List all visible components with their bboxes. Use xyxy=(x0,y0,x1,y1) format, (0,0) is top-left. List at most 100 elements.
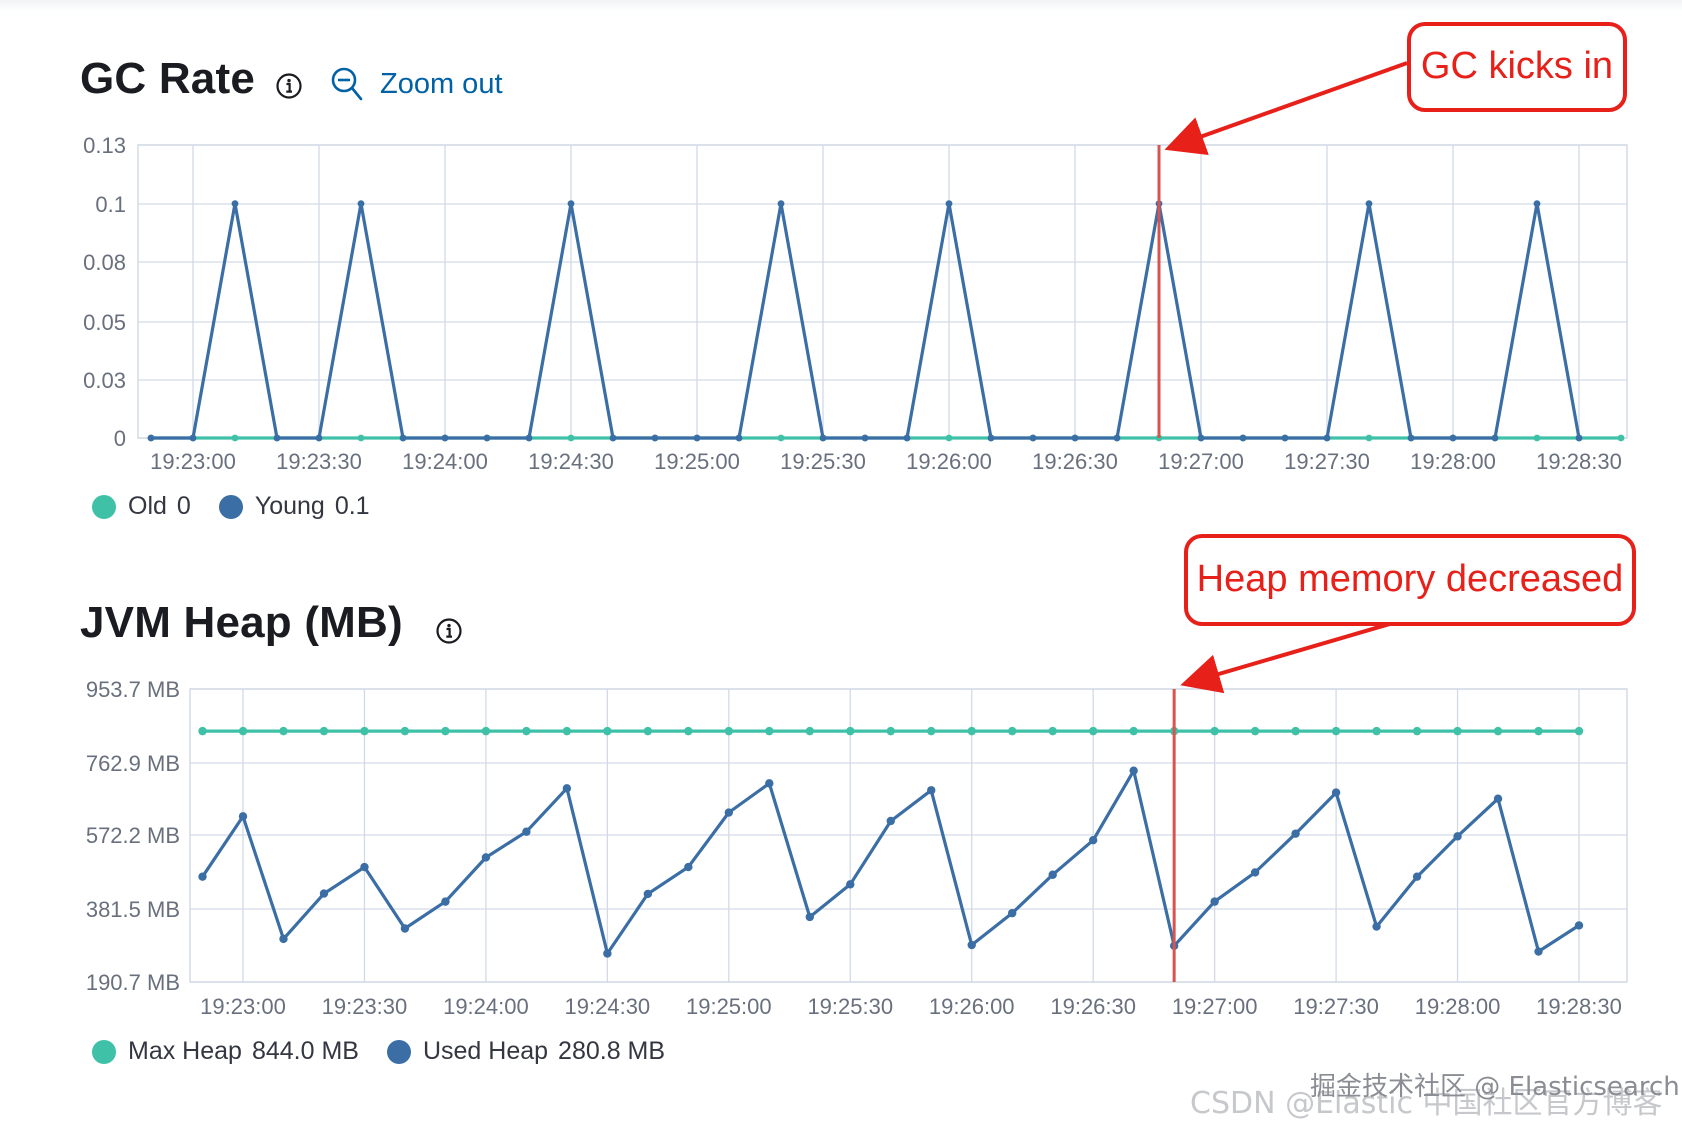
series-point-young xyxy=(525,434,533,442)
series-point-used-heap xyxy=(927,786,936,795)
series-point-used-heap xyxy=(441,897,450,906)
series-point-young xyxy=(651,434,659,442)
y-tick-label: 381.5 MB xyxy=(86,897,180,922)
series-point-max-heap xyxy=(1331,726,1341,736)
y-tick-label: 190.7 MB xyxy=(86,970,180,995)
series-point-max-heap xyxy=(1129,726,1138,736)
x-tick-label: 19:26:30 xyxy=(1050,994,1136,1019)
series-point-max-heap xyxy=(805,726,814,736)
series-point-young xyxy=(1197,434,1205,442)
series-point-old xyxy=(1365,434,1373,442)
y-tick-label: 0.08 xyxy=(83,250,126,275)
legend-dot-max-heap xyxy=(92,1039,116,1064)
series-point-max-heap xyxy=(562,726,572,736)
series-point-young xyxy=(609,434,617,442)
series-point-young xyxy=(315,434,323,442)
series-point-max-heap xyxy=(1412,726,1422,736)
series-point-max-heap xyxy=(1210,726,1219,736)
x-tick-label: 19:24:30 xyxy=(528,449,614,474)
series-point-max-heap xyxy=(603,726,612,736)
x-tick-label: 19:23:30 xyxy=(276,449,362,474)
gc-legend: Old 0 Young 0.1 xyxy=(92,492,398,521)
y-tick-label: 0.03 xyxy=(83,368,126,393)
y-tick-label: 953.7 MB xyxy=(86,677,180,702)
series-point-young xyxy=(777,200,785,208)
series-point-young xyxy=(819,434,827,442)
series-point-young xyxy=(147,434,155,442)
series-point-used-heap xyxy=(400,924,410,933)
series-point-young xyxy=(399,434,407,442)
series-point-used-heap xyxy=(1534,947,1543,956)
legend-value: 0.1 xyxy=(334,492,370,520)
series-point-max-heap xyxy=(1048,726,1057,736)
series-point-max-heap xyxy=(279,726,288,736)
series-point-max-heap xyxy=(724,726,734,736)
x-tick-label: 19:25:00 xyxy=(654,449,740,474)
series-point-used-heap xyxy=(1210,897,1219,906)
y-tick-label: 0.13 xyxy=(83,133,126,158)
series-point-used-heap xyxy=(319,889,329,898)
series-point-old xyxy=(567,434,575,442)
series-point-used-heap xyxy=(1453,832,1462,841)
series-point-young xyxy=(1365,200,1373,208)
x-tick-label: 19:25:30 xyxy=(780,449,866,474)
gc-rate-chart: 0 0.03 0.05 0.08 0.1 0.13 19:23:00 19:23:30 19:2… xyxy=(83,133,1628,474)
legend-item-young[interactable]: Young 0.1 xyxy=(218,492,370,521)
series-point-used-heap xyxy=(967,940,976,950)
x-tick-label: 19:27:30 xyxy=(1293,994,1379,1019)
series-point-used-heap xyxy=(1493,794,1503,803)
series-point-used-heap xyxy=(198,872,207,881)
series-point-used-heap xyxy=(279,934,288,944)
x-tick-label: 19:26:30 xyxy=(1032,449,1118,474)
series-point-used-heap xyxy=(562,784,572,793)
series-point-max-heap xyxy=(522,726,531,736)
series-point-max-heap xyxy=(1372,726,1381,736)
x-tick-label: 19:26:00 xyxy=(929,994,1015,1019)
series-point-used-heap xyxy=(1088,835,1098,845)
legend-value: 844.0 MB xyxy=(251,1037,359,1065)
series-point-old xyxy=(357,434,365,442)
series-point-max-heap xyxy=(441,726,450,736)
x-tick-label: 19:23:00 xyxy=(150,449,236,474)
x-tick-label: 19:28:30 xyxy=(1536,449,1622,474)
series-point-used-heap xyxy=(238,812,248,821)
gc-kicks-in-callout: GC kicks in xyxy=(1407,22,1627,112)
series-point-used-heap xyxy=(724,808,734,817)
series-point-max-heap xyxy=(1534,726,1543,736)
series-point-young xyxy=(1071,434,1079,442)
series-point-max-heap xyxy=(238,726,248,736)
series-point-young xyxy=(483,434,491,442)
series-point-used-heap xyxy=(603,949,612,958)
series-point-young xyxy=(189,434,197,442)
legend-item-max-heap[interactable]: Max Heap 844.0 MB xyxy=(92,1037,359,1066)
series-point-young xyxy=(1533,200,1541,208)
series-point-max-heap xyxy=(1250,726,1260,736)
series-point-young xyxy=(273,434,281,442)
x-tick-label: 19:24:00 xyxy=(402,449,488,474)
series-point-max-heap xyxy=(1088,726,1098,736)
series-point-used-heap xyxy=(1250,868,1260,877)
series-point-old xyxy=(945,434,953,442)
series-point-used-heap xyxy=(886,816,895,826)
series-point-young xyxy=(945,200,953,208)
x-tick-label: 19:28:30 xyxy=(1536,994,1622,1019)
jvm-heap-chart: 190.7 MB 381.5 MB 572.2 MB 762.9 MB 953.7 MB… xyxy=(86,677,1628,1019)
legend-item-used-heap[interactable]: Used Heap 280.8 MB xyxy=(386,1037,665,1066)
series-point-used-heap xyxy=(846,880,855,889)
series-point-young xyxy=(693,434,701,442)
series-point-max-heap xyxy=(846,726,855,736)
x-tick-label: 19:27:00 xyxy=(1172,994,1258,1019)
series-point-old xyxy=(777,434,785,442)
series-point-young xyxy=(1449,434,1457,442)
series-point-max-heap xyxy=(319,726,329,736)
series-point-used-heap xyxy=(481,853,491,862)
series-point-max-heap xyxy=(1493,726,1503,736)
series-point-used-heap xyxy=(643,889,653,899)
series-point-young xyxy=(1491,434,1499,442)
series-point-max-heap xyxy=(927,726,936,736)
series-point-old xyxy=(1533,434,1541,442)
legend-item-old[interactable]: Old 0 xyxy=(92,492,191,521)
series-point-young xyxy=(441,434,449,442)
series-point-max-heap xyxy=(967,726,976,736)
series-point-used-heap xyxy=(360,862,369,872)
